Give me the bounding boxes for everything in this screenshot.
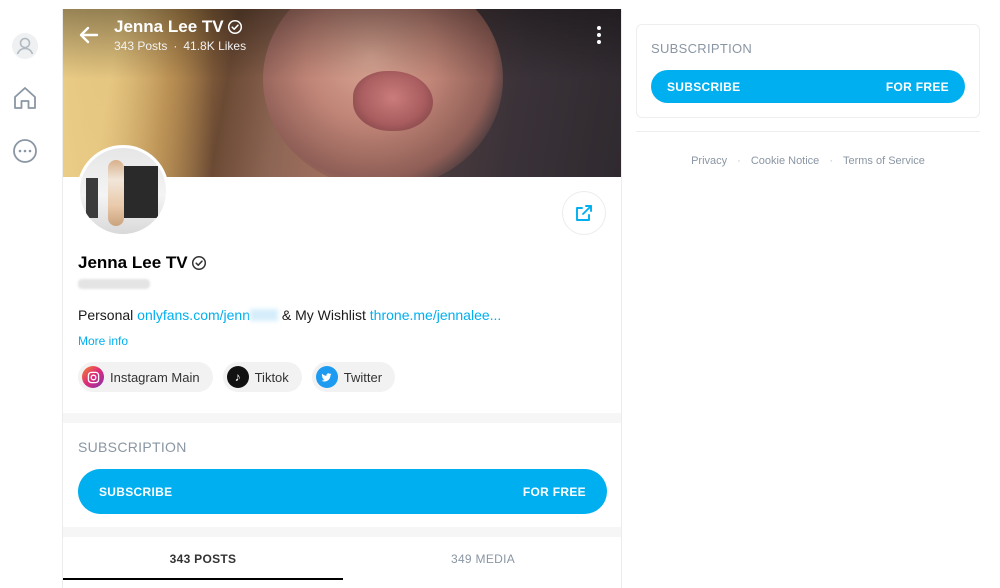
- kebab-menu-icon[interactable]: [589, 23, 609, 47]
- stats-separator: ·: [173, 39, 178, 53]
- sidebar-divider: [636, 131, 980, 132]
- profile-name-text: Jenna Lee TV: [78, 253, 188, 272]
- home-icon[interactable]: [9, 82, 41, 114]
- social-links: Instagram Main ♪ Tiktok Twitter: [78, 362, 396, 392]
- tiktok-icon: ♪: [226, 366, 249, 388]
- social-link-twitter[interactable]: Twitter: [311, 362, 396, 392]
- profile-handle-blurred: [78, 279, 150, 289]
- footer-separator: ·: [737, 155, 741, 167]
- cover-profile-name: Jenna Lee TV: [114, 17, 243, 37]
- twitter-icon: [315, 366, 338, 388]
- profile-bio: Personal onlyfans.com/jenn & My Wishlist…: [78, 307, 501, 323]
- footer-link-cookie-notice[interactable]: Cookie Notice: [751, 155, 819, 167]
- subscription-heading: SUBSCRIPTION: [78, 439, 187, 455]
- bio-prefix: Personal: [78, 307, 134, 323]
- section-divider: [63, 413, 621, 423]
- profile-name: Jenna Lee TV: [78, 253, 207, 273]
- section-divider: [63, 527, 621, 537]
- social-link-tiktok[interactable]: ♪ Tiktok: [222, 362, 302, 392]
- instagram-icon: [82, 366, 104, 388]
- more-options-icon[interactable]: [9, 135, 41, 167]
- sidebar-subscription-heading: SUBSCRIPTION: [651, 41, 753, 56]
- cover-name-text: Jenna Lee TV: [114, 17, 224, 36]
- left-nav-rail: [0, 0, 52, 588]
- posts-count: 343 Posts: [114, 39, 168, 53]
- verified-icon: [227, 19, 242, 35]
- social-link-label: Twitter: [343, 369, 383, 385]
- profile-avatar[interactable]: [77, 145, 169, 237]
- bio-link-onlyfans[interactable]: onlyfans.com/jenn: [137, 307, 278, 323]
- sidebar-subscribe-price: FOR FREE: [885, 79, 949, 94]
- subscribe-button-label: SUBSCRIBE: [99, 484, 173, 499]
- footer-separator: ·: [829, 155, 833, 167]
- back-arrow-icon[interactable]: [77, 23, 101, 47]
- social-link-instagram[interactable]: Instagram Main: [78, 362, 213, 392]
- footer-link-privacy[interactable]: Privacy: [691, 155, 727, 167]
- profile-main-column: Jenna Lee TV 343 Posts · 41.8K Likes Jen…: [62, 9, 622, 588]
- user-avatar-icon[interactable]: [9, 30, 41, 62]
- share-button[interactable]: [562, 191, 606, 235]
- profile-stats: 343 Posts · 41.8K Likes: [114, 39, 246, 53]
- subscribe-price: FOR FREE: [522, 484, 586, 499]
- subscribe-button[interactable]: SUBSCRIBE FOR FREE: [78, 469, 607, 514]
- sidebar-subscription-card: SUBSCRIPTION SUBSCRIBE FOR FREE: [636, 24, 980, 118]
- social-link-label: Instagram Main: [110, 369, 200, 385]
- tab-media[interactable]: 349 MEDIA: [343, 537, 621, 581]
- footer-link-terms[interactable]: Terms of Service: [843, 155, 925, 167]
- footer-links: Privacy · Cookie Notice · Terms of Servi…: [636, 155, 980, 167]
- share-icon: [576, 205, 592, 221]
- sidebar-subscribe-label: SUBSCRIBE: [667, 79, 741, 94]
- sidebar-subscribe-button[interactable]: SUBSCRIBE FOR FREE: [651, 70, 965, 103]
- likes-count: 41.8K Likes: [183, 39, 247, 53]
- active-tab-indicator: [63, 578, 343, 580]
- bio-middle: & My Wishlist: [281, 307, 366, 323]
- verified-icon: [191, 255, 206, 271]
- bio-link-throne[interactable]: throne.me/jennalee...: [370, 307, 502, 323]
- more-info-link[interactable]: More info: [78, 334, 128, 348]
- tab-posts[interactable]: 343 POSTS: [63, 537, 343, 581]
- social-link-label: Tiktok: [254, 369, 289, 385]
